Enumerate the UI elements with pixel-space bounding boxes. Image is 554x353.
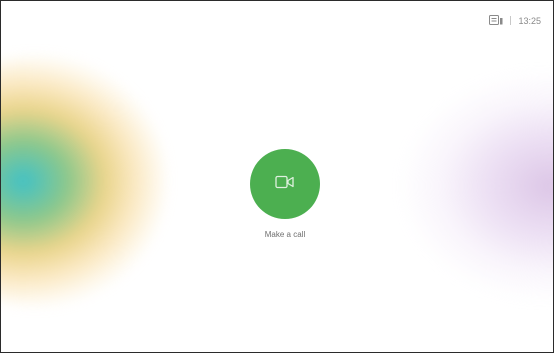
left-gradient-blob — [1, 56, 166, 306]
home-screen: 13:25 Make a call — [0, 0, 554, 353]
touch-panel-icon[interactable] — [489, 15, 503, 26]
video-camera-icon — [275, 175, 295, 194]
make-call-label: Make a call — [264, 230, 306, 239]
right-gradient-blob — [401, 71, 553, 301]
status-divider — [510, 16, 512, 25]
status-bar: 13:25 — [489, 15, 541, 26]
make-call-button[interactable] — [250, 149, 320, 219]
clock: 13:25 — [518, 15, 541, 26]
